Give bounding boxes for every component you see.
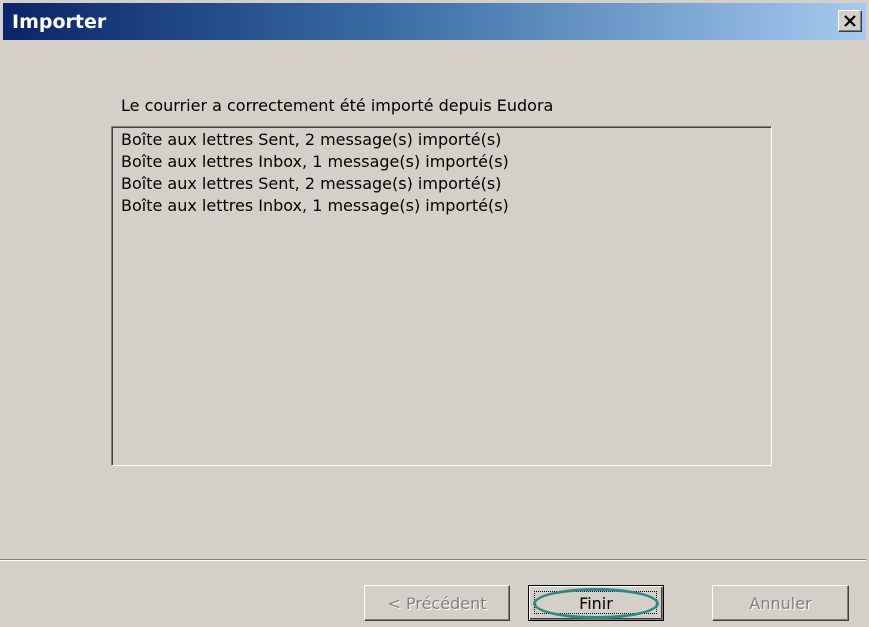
close-icon	[844, 15, 856, 27]
import-log-box[interactable]: Boîte aux lettres Sent, 2 message(s) imp…	[111, 126, 772, 466]
button-bar-separator	[0, 559, 866, 561]
close-button[interactable]	[838, 10, 862, 32]
log-line: Boîte aux lettres Sent, 2 message(s) imp…	[121, 174, 502, 193]
cancel-button-label: Annuler	[749, 593, 812, 613]
cancel-button[interactable]: Annuler	[712, 585, 849, 621]
window-title: Importer	[12, 11, 107, 33]
finish-button[interactable]: Finir	[528, 585, 664, 621]
log-line: Boîte aux lettres Inbox, 1 message(s) im…	[121, 152, 509, 171]
previous-button[interactable]: < Précédent	[364, 585, 510, 621]
title-bar[interactable]: Importer	[3, 3, 866, 40]
import-status-message: Le courrier a correctement été importé d…	[121, 96, 554, 115]
previous-button-label: < Précédent	[387, 593, 487, 613]
importer-dialog: Importer Le courrier a correctement été …	[0, 0, 869, 627]
log-line: Boîte aux lettres Sent, 2 message(s) imp…	[121, 130, 502, 149]
log-line: Boîte aux lettres Inbox, 1 message(s) im…	[121, 196, 509, 215]
finish-button-label: Finir	[579, 593, 613, 613]
